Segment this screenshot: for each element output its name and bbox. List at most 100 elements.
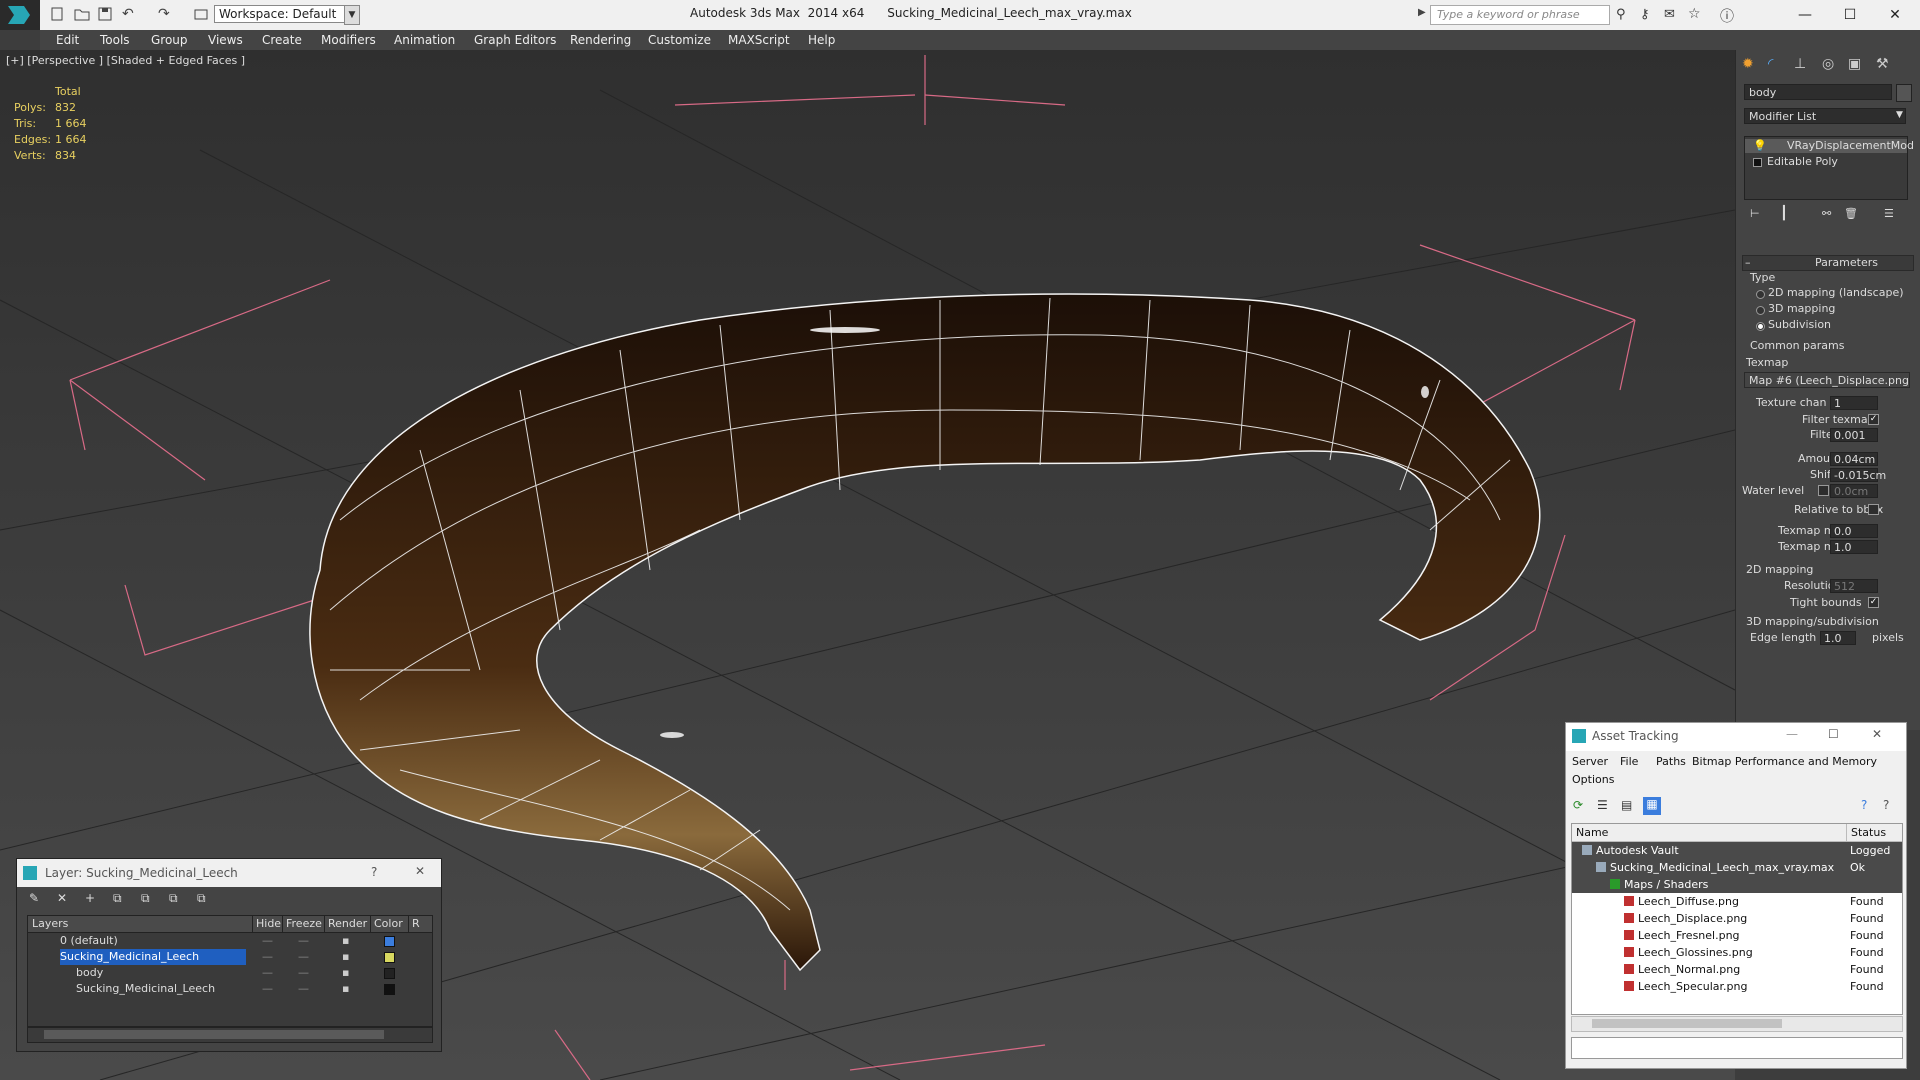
help-icon[interactable]: ⓘ (1720, 6, 1734, 26)
modify-tab-icon[interactable]: ◜ (1768, 56, 1773, 72)
open-file-icon[interactable] (74, 7, 90, 24)
column-header-render[interactable]: Render (324, 916, 367, 932)
shift-spinner[interactable]: -0.015cm (1830, 468, 1886, 482)
create-tab-icon[interactable]: ✹ (1742, 56, 1754, 72)
object-color-swatch[interactable] (1896, 84, 1912, 102)
minimize-button[interactable]: — (1790, 4, 1820, 26)
app-logo-icon[interactable] (0, 0, 40, 30)
hide-toggle[interactable]: — (262, 949, 273, 965)
menu-help[interactable]: Help (808, 33, 835, 47)
asset-table-row[interactable]: Sucking_Medicinal_Leech_max_vray.max Ok (1572, 859, 1902, 876)
show-end-result-icon[interactable]: ┃ (1780, 206, 1788, 221)
filter-texmap-checkbox[interactable]: ✓ (1868, 414, 1879, 425)
select-layer-icon[interactable]: ⧉ (113, 891, 122, 906)
scrollbar-thumb[interactable] (44, 1030, 384, 1039)
lightbulb-icon[interactable]: 💡 (1753, 139, 1767, 152)
stack-item-vraydisplacementmod[interactable]: 💡 VRayDisplacementMod (1745, 139, 1914, 153)
menu-tools[interactable]: Tools (100, 33, 130, 47)
subscription-icon[interactable]: ⚷ (1640, 7, 1650, 22)
scrollbar-thumb[interactable] (1592, 1019, 1782, 1028)
render-teapot-icon[interactable]: ▪ (342, 965, 349, 981)
remove-modifier-icon[interactable]: 🗑 (1844, 207, 1858, 220)
display-tab-icon[interactable]: ▣ (1848, 56, 1861, 72)
highlight-layer-icon[interactable]: ⧉ (141, 891, 150, 906)
menu-options[interactable]: Options (1572, 773, 1614, 786)
save-icon[interactable] (98, 7, 112, 24)
hide-toggle[interactable]: — (262, 965, 273, 981)
menu-customize[interactable]: Customize (648, 33, 711, 47)
asset-path-field[interactable] (1571, 1037, 1903, 1059)
tight-bounds-checkbox[interactable]: ✓ (1868, 597, 1879, 608)
edge-length-spinner[interactable]: 1.0 (1820, 631, 1856, 645)
maximize-button[interactable]: ☐ (1835, 4, 1865, 26)
add-to-layer-icon[interactable]: + (85, 891, 95, 905)
close-button[interactable]: ✕ (1872, 727, 1882, 741)
new-layer-icon[interactable]: ✎ (29, 891, 39, 905)
motion-tab-icon[interactable]: ◎ (1822, 56, 1834, 72)
resolution-spinner[interactable]: 512 (1830, 579, 1878, 593)
texmap-max-spinner[interactable]: 1.0 (1830, 540, 1878, 554)
menu-animation[interactable]: Animation (394, 33, 455, 47)
asset-table-row[interactable]: Leech_Diffuse.png Found (1572, 893, 1902, 910)
viewport-label[interactable]: [+] [Perspective ] [Shaded + Edged Faces… (6, 54, 245, 67)
menu-graph-editors[interactable]: Graph Editors (474, 33, 556, 47)
menu-rendering[interactable]: Rendering (570, 33, 631, 47)
asset-table-row[interactable]: Leech_Displace.png Found (1572, 910, 1902, 927)
freeze-all-icon[interactable]: ⧉ (197, 891, 206, 906)
amount-spinner[interactable]: 0.04cm (1830, 452, 1878, 466)
asset-table-row[interactable]: Leech_Glossines.png Found (1572, 944, 1902, 961)
configure-sets-icon[interactable]: ☰ (1884, 207, 1894, 220)
hide-toggle[interactable]: — (262, 933, 273, 949)
texmap-button[interactable]: Map #6 (Leech_Displace.png) (1744, 372, 1910, 388)
new-file-icon[interactable] (50, 7, 64, 24)
table-view-icon[interactable]: ▤ (1621, 798, 1632, 812)
column-header-hide[interactable]: Hide (252, 916, 281, 932)
freeze-toggle[interactable]: — (298, 949, 309, 965)
favorites-star-icon[interactable]: ☆ (1688, 6, 1701, 22)
binoculars-icon[interactable]: ⚲ (1616, 7, 1626, 22)
column-header-freeze[interactable]: Freeze (282, 916, 322, 932)
help-icon[interactable]: ? (1861, 798, 1867, 812)
search-expand-icon[interactable]: ▶ (1418, 7, 1426, 18)
hide-toggle[interactable]: — (262, 981, 273, 997)
asset-table-row[interactable]: Leech_Specular.png Found (1572, 978, 1902, 995)
menu-server[interactable]: Server (1572, 755, 1608, 768)
collapse-icon[interactable]: – (1745, 256, 1751, 269)
project-folder-icon[interactable] (194, 7, 208, 24)
help-button[interactable]: ? (371, 865, 377, 879)
communication-icon[interactable]: ✉ (1664, 7, 1675, 22)
redo-icon[interactable]: ↷ (158, 6, 170, 22)
asset-table-row[interactable]: Leech_Fresnel.png Found (1572, 927, 1902, 944)
make-unique-icon[interactable]: ⚯ (1822, 207, 1831, 220)
list-view-icon[interactable]: ☰ (1597, 798, 1608, 812)
horizontal-scrollbar[interactable] (1571, 1016, 1903, 1032)
layer-row[interactable]: body — — ▪ (28, 965, 432, 981)
menu-bitmap-performance[interactable]: Bitmap Performance and Memory (1692, 755, 1877, 768)
chevron-down-icon[interactable]: ▼ (344, 5, 360, 25)
minimize-button[interactable]: — (1786, 727, 1798, 741)
render-teapot-icon[interactable]: ▪ (342, 981, 349, 997)
freeze-toggle[interactable]: — (298, 933, 309, 949)
column-header-r[interactable]: R (408, 916, 420, 932)
column-header-status[interactable]: Status (1846, 824, 1886, 841)
hierarchy-tab-icon[interactable]: ⊥ (1794, 56, 1806, 72)
render-teapot-icon[interactable]: ▪ (342, 933, 349, 949)
close-button[interactable]: ✕ (1880, 4, 1910, 26)
hide-all-icon[interactable]: ⧉ (169, 891, 178, 906)
texmap-min-spinner[interactable]: 0.0 (1830, 524, 1878, 538)
modifier-list-dropdown[interactable]: Modifier List (1744, 108, 1906, 124)
freeze-toggle[interactable]: — (298, 981, 309, 997)
layer-row[interactable]: 0 (default) — — ▪ (28, 933, 432, 949)
render-teapot-icon[interactable]: ▪ (342, 949, 349, 965)
menu-paths[interactable]: Paths (1656, 755, 1686, 768)
layer-row[interactable]: Sucking_Medicinal_Leech — — ▪ (28, 949, 432, 965)
asset-table-row[interactable]: Autodesk VaultLogged O (1572, 842, 1902, 874)
column-header-name[interactable]: Name (1576, 824, 1608, 841)
radio-subdivision[interactable] (1756, 322, 1765, 331)
pin-stack-icon[interactable]: ⊢ (1750, 207, 1760, 220)
radio-3d-mapping[interactable] (1756, 306, 1765, 315)
menu-create[interactable]: Create (262, 33, 302, 47)
freeze-toggle[interactable]: — (298, 965, 309, 981)
object-name-field[interactable]: body (1744, 84, 1892, 100)
chevron-down-icon[interactable]: ▼ (1896, 110, 1903, 120)
